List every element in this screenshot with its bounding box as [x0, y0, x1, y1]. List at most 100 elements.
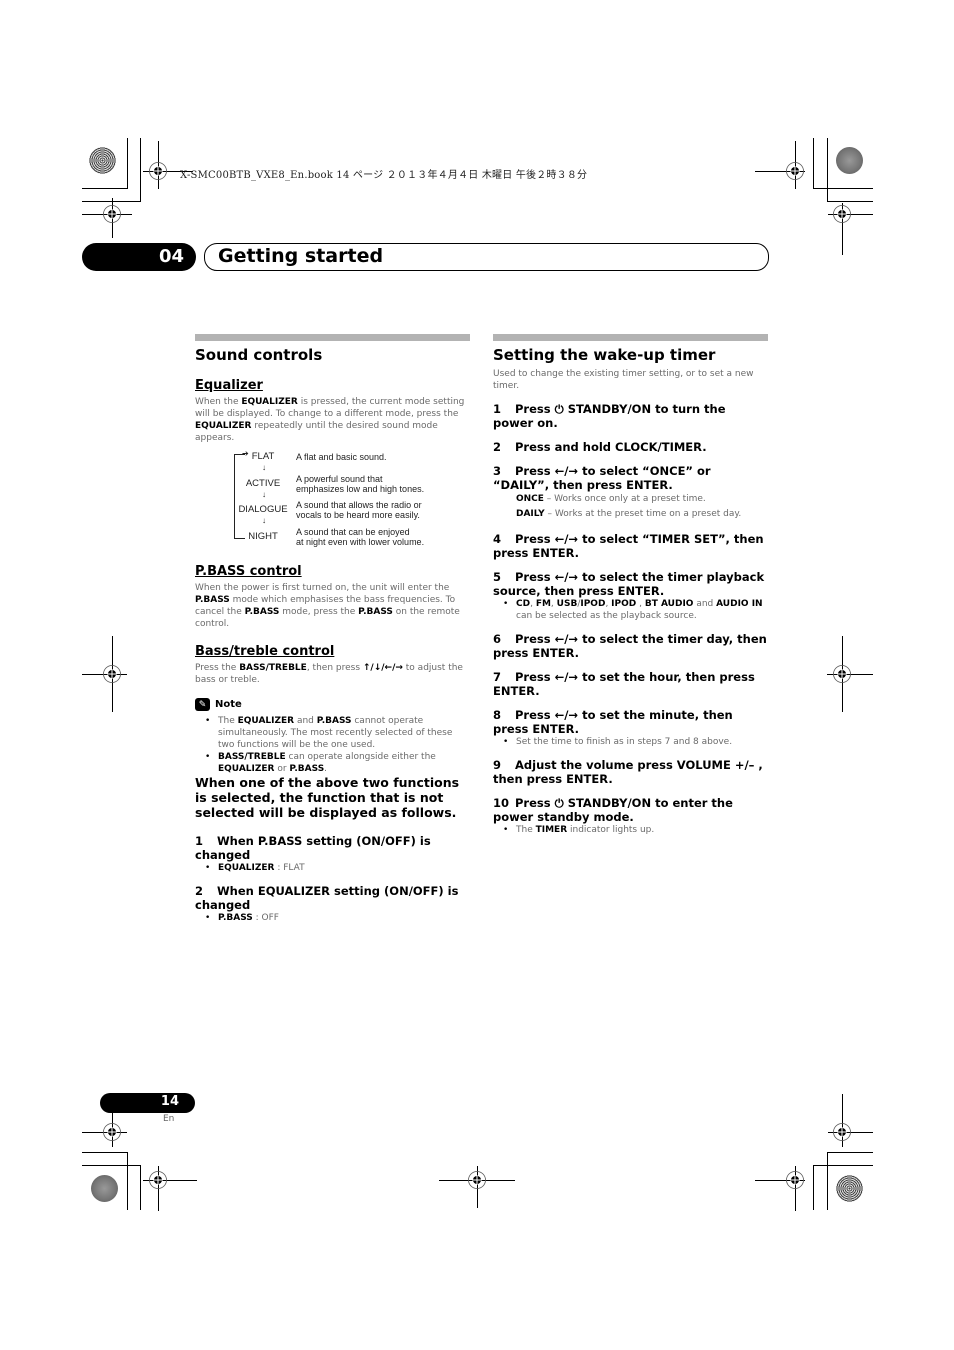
desc-line: at night even with lower volume.: [296, 537, 425, 547]
note-list: The EQUALIZER and P.BASS cannot operate …: [195, 715, 470, 775]
registration-disc-icon: [89, 147, 116, 174]
indicator-label: TIMER: [535, 825, 568, 835]
note-item: The EQUALIZER and P.BASS cannot operate …: [195, 715, 470, 751]
mode-night-desc: A sound that can be enjoyed at night even…: [296, 527, 424, 547]
step-text: Press ⏻ STANDBY/ON to turn the power on.: [493, 402, 726, 430]
source-label: IPOD: [611, 599, 637, 609]
registration-mark-icon: [103, 665, 121, 683]
crop-line: [140, 138, 141, 201]
chapter-title: Getting started: [218, 245, 384, 267]
key-label: P.BASS: [218, 913, 253, 923]
arrow-down-icon: ↓: [262, 463, 266, 472]
mode-active-desc: A powerful sound that emphasizes low and …: [296, 474, 424, 494]
text: The: [218, 716, 238, 726]
step-number: 1: [493, 402, 502, 416]
step-text: When P.BASS setting (ON/OFF) is changed: [195, 834, 431, 862]
crop-line: [813, 138, 814, 188]
crop-line: [827, 1152, 828, 1210]
text: or: [274, 764, 290, 774]
source-label: CD: [516, 599, 531, 609]
text: , then press: [306, 663, 363, 673]
equalizer-heading: Equalizer: [195, 378, 263, 393]
source-label: USB: [556, 599, 578, 609]
desc-line: emphasizes low and high tones.: [296, 484, 425, 494]
step-number: 9: [493, 758, 502, 772]
bass-treble-heading: Bass/treble control: [195, 644, 335, 659]
desc-line: A sound that can be enjoyed: [296, 527, 410, 537]
note-heading: ✎ Note: [195, 698, 470, 711]
mode-active: ACTIVE: [245, 478, 281, 489]
chapter-number-tab: 04: [82, 243, 196, 271]
crop-line: [140, 1165, 141, 1210]
step: 2 When EQUALIZER setting (ON/OFF) is chan…: [195, 884, 470, 912]
sub-option: ONCE – Works once only at a preset time.: [493, 492, 768, 507]
function-display-note: When one of the above two functions is s…: [195, 775, 460, 820]
key-label: P.BASS: [195, 595, 230, 605]
text: .: [324, 764, 328, 774]
text: Press the: [195, 663, 240, 673]
pbass-heading: P.BASS control: [195, 564, 302, 579]
bullet-list: CD, FM, USB/IPOD, IPOD , BT AUDIO and AU…: [493, 598, 768, 622]
source-label: FM: [535, 599, 551, 609]
key-label: P.BASS: [244, 607, 280, 617]
step: 9 Adjust the volume press VOLUME +/– , th…: [493, 758, 768, 786]
sub-option: DAILY – Works at the preset time on a pr…: [493, 507, 768, 522]
text: indicator lights up.: [567, 825, 655, 835]
bullet-list: EQUALIZER : FLAT: [195, 862, 470, 874]
step: 6 Press ←/→ to select the timer day, then…: [493, 632, 768, 660]
step-text: Press ←/→ to select the timer playback s…: [493, 570, 765, 598]
text: can operate alongside either the: [285, 752, 436, 762]
crop-line: [827, 138, 828, 201]
step-number: 3: [493, 464, 502, 478]
text: and: [693, 599, 717, 609]
source-label: BT AUDIO: [644, 599, 694, 609]
step: 5 Press ←/→ to select the timer playback …: [493, 570, 768, 598]
bass-treble-paragraph: Press the BASS/TREBLE, then press ↑/↓/←/…: [195, 662, 470, 686]
registration-mark-icon: [833, 665, 851, 683]
key-label: BASS/TREBLE: [218, 752, 286, 762]
desc-line: A sound that allows the radio or: [296, 500, 422, 510]
registration-mark-icon: [786, 162, 804, 180]
text: When the: [195, 397, 242, 407]
step-text: Press ←/→ to select the timer day, then …: [493, 632, 767, 660]
chapter-number: 04: [158, 246, 184, 267]
bullet-item: The TIMER indicator lights up.: [493, 824, 768, 836]
registration-disc-icon: [836, 1175, 863, 1202]
source-label: AUDIO IN: [716, 599, 763, 609]
step: 1 When P.BASS setting (ON/OFF) is changed: [195, 834, 470, 862]
key-label: EQUALIZER: [237, 716, 295, 726]
bullet-item: Set the time to finish as in steps 7 and…: [493, 736, 768, 748]
desc-line: A powerful sound that: [296, 474, 383, 484]
text: ,: [636, 599, 645, 609]
registration-disc-icon: [836, 147, 863, 174]
bullet-list: P.BASS : OFF: [195, 912, 470, 924]
bullet-item: EQUALIZER : FLAT: [195, 862, 470, 874]
step: 3 Press ←/→ to select “ONCE” or “DAILY”, …: [493, 464, 768, 492]
pbass-paragraph: When the power is first turned on, the u…: [195, 582, 470, 630]
page-number-tab: 14: [100, 1093, 195, 1113]
step: 7 Press ←/→ to set the hour, then press E…: [493, 670, 768, 698]
step-number: 10: [493, 796, 510, 810]
crop-line: [127, 1152, 128, 1210]
step-text: Press ←/→ to set the minute, then press …: [493, 708, 733, 736]
wake-up-timer-column: Setting the wake-up timer Used to change…: [493, 334, 768, 836]
mode-night: NIGHT: [248, 531, 278, 542]
mode-dialogue-desc: A sound that allows the radio or vocals t…: [296, 500, 422, 520]
registration-mark-icon: [149, 162, 167, 180]
key-label: EQUALIZER: [218, 764, 275, 774]
step-text: Press ⏻ STANDBY/ON to enter the power st…: [493, 796, 733, 824]
key-label: P.BASS: [316, 716, 352, 726]
crop-line: [813, 1165, 814, 1210]
step-number: 4: [493, 532, 502, 546]
bullet-list: The TIMER indicator lights up.: [493, 824, 768, 836]
key-label: EQUALIZER: [195, 421, 252, 431]
desc-line: vocals to be heard more easily.: [296, 510, 420, 520]
equalizer-paragraph: When the EQUALIZER is pressed, the curre…: [195, 396, 470, 444]
key-label: BASS/TREBLE: [239, 663, 307, 673]
crop-line: [827, 1152, 873, 1153]
